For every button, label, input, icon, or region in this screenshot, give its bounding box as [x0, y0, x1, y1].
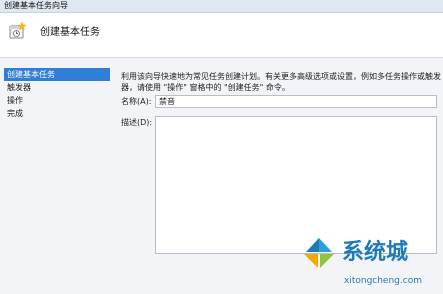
wizard-description: 利用该向导快速地为常见任务创建计划。有关更多高级选项或设置，例如多任务操作或触发… — [121, 72, 441, 92]
page-title: 创建基本任务 — [40, 27, 100, 38]
watermark-logo-icon — [304, 238, 334, 268]
wizard-header: 创建基本任务 — [0, 13, 443, 58]
sidebar-item-action[interactable]: 操作 — [4, 94, 110, 107]
window-title: 创建基本任务向导 — [4, 1, 68, 10]
watermark-brand: 系统城 — [342, 240, 409, 265]
sidebar-item-create-basic-task[interactable]: 创建基本任务 — [4, 68, 110, 81]
name-label: 名称(A): — [121, 97, 152, 106]
description-label: 描述(D): — [121, 118, 153, 127]
wizard-steps-sidebar: 创建基本任务 触发器 操作 完成 — [4, 68, 110, 288]
title-bar: 创建基本任务向导 — [0, 0, 443, 13]
task-wizard-icon — [9, 22, 26, 39]
watermark: 系统城 xitongcheng.com — [298, 234, 443, 294]
name-input[interactable] — [155, 95, 437, 108]
sidebar-item-trigger[interactable]: 触发器 — [4, 81, 110, 94]
sidebar-item-finish[interactable]: 完成 — [4, 107, 110, 120]
watermark-url: xitongcheng.com — [344, 276, 422, 286]
